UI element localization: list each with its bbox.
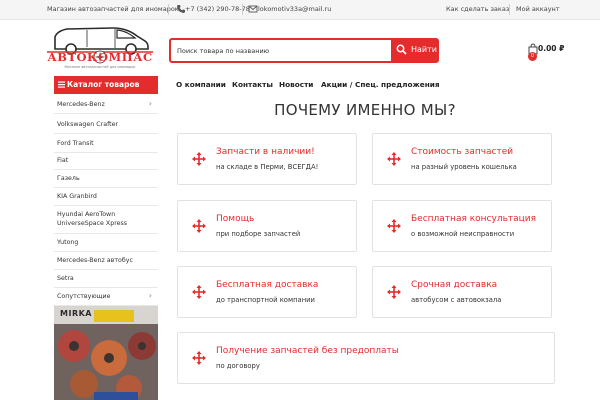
feature-title: Стоимость запчастей — [411, 147, 514, 157]
feature-desc: при подборе запчастей — [216, 230, 301, 238]
logo-text: АВТОКОМПАС — [47, 50, 153, 64]
chevron-right-icon: › — [148, 99, 152, 108]
nav-promotions[interactable]: Акции / Спец. предложения — [321, 80, 440, 89]
chevron-right-icon: › — [148, 291, 152, 300]
site-logo[interactable]: АВТОКОМПАС Магазин автозапчастей для ино… — [47, 25, 153, 71]
feature-card-help: Помощь при подборе запчастей — [177, 200, 357, 252]
nav-contacts[interactable]: Контакты — [232, 80, 273, 89]
promo-banner[interactable]: MIRKA — [54, 306, 158, 400]
mail-icon — [248, 5, 258, 13]
move-arrows-icon — [387, 219, 401, 233]
phone-link[interactable]: +7 (342) 290-78-78 — [185, 5, 250, 13]
search-bar: Найти — [169, 38, 439, 63]
move-arrows-icon — [192, 351, 206, 365]
search-button-label: Найти — [411, 45, 437, 54]
catalog-item-label: Газель — [57, 175, 80, 182]
catalog-item-label: Volkswagen Crafter — [57, 121, 119, 128]
cart[interactable]: 0 0.00 ₽ — [525, 42, 595, 62]
catalog-item-label: Fiat — [57, 157, 69, 164]
cart-count-badge: 0 — [528, 52, 537, 61]
catalog-item-label: Yutong — [57, 239, 79, 246]
how-to-order-link[interactable]: Как сделать заказ — [446, 5, 509, 13]
feature-card-no-prepayment: Получение запчастей без предоплаты по до… — [177, 332, 555, 384]
feature-desc: по договору — [216, 362, 260, 370]
feature-card-price: Стоимость запчастей на разный уровень ко… — [372, 133, 552, 185]
catalog-item-setra[interactable]: Setra — [54, 270, 158, 288]
divider — [242, 4, 243, 15]
catalog-item-hyundai[interactable]: Hyundai AeroTown UniverseSpace Xpress — [54, 206, 158, 234]
catalog-item-yutong[interactable]: Yutong — [54, 234, 158, 252]
move-arrows-icon — [192, 152, 206, 166]
catalog-item-label: Сопутствующие — [57, 293, 111, 300]
divider — [509, 4, 510, 15]
search-button[interactable]: Найти — [391, 40, 437, 61]
search-icon — [396, 44, 407, 55]
store-tagline: Магазин автозапчастей для иномарок — [47, 5, 179, 13]
logo-subtitle: Магазин автозапчастей для иномарок — [64, 65, 136, 69]
feature-title: Бесплатная консультация — [411, 214, 537, 224]
feature-title: Бесплатная доставка — [216, 280, 319, 290]
top-bar: Магазин автозапчастей для иномарок +7 (3… — [0, 0, 600, 20]
feature-desc: на разный уровень кошелька — [411, 163, 517, 171]
catalog-item-kia-granbird[interactable]: KIA Granbird — [54, 188, 158, 206]
catalog-item-ford-transit[interactable]: Ford Transit — [54, 135, 158, 153]
catalog-header[interactable]: Каталог товаров — [54, 76, 158, 94]
feature-title: Помощь — [216, 214, 255, 224]
menu-icon — [58, 81, 65, 88]
catalog-item-accessories[interactable]: Сопутствующие › — [54, 288, 158, 306]
move-arrows-icon — [192, 285, 206, 299]
feature-card-urgent-delivery: Срочная доставка автобусом с автовокзала — [372, 266, 552, 318]
my-account-link[interactable]: Мой аккаунт — [516, 5, 560, 13]
move-arrows-icon — [387, 285, 401, 299]
abrasive-discs-image — [54, 306, 158, 400]
feature-desc: на складе в Перми, ВСЕГДА! — [216, 163, 319, 171]
catalog-item-label: Mercedes-Benz автобус — [57, 257, 133, 264]
promo-brand-label: MIRKA — [60, 309, 92, 318]
divider — [168, 4, 169, 15]
catalog-title: Каталог товаров — [67, 80, 140, 89]
feature-card-consultation: Бесплатная консультация о возможной неис… — [372, 200, 552, 252]
catalog-item-label: Setra — [57, 275, 74, 282]
move-arrows-icon — [387, 152, 401, 166]
feature-desc: до транспортной компании — [216, 296, 315, 304]
email-link[interactable]: lokomotiv33a@mail.ru — [258, 5, 331, 13]
catalog-item-label: Ford Transit — [57, 140, 94, 147]
catalog-item-fiat[interactable]: Fiat — [54, 152, 158, 170]
feature-card-in-stock: Запчасти в наличии! на складе в Перми, В… — [177, 133, 357, 185]
feature-desc: автобусом с автовокзала — [411, 296, 502, 304]
search-input[interactable] — [177, 42, 387, 59]
nav-about[interactable]: О компании — [176, 80, 226, 89]
feature-title: Запчасти в наличии! — [216, 147, 315, 157]
feature-desc: о возможной неисправности — [411, 230, 515, 238]
catalog-item-gazel[interactable]: Газель — [54, 170, 158, 188]
catalog-item-volkswagen-crafter[interactable]: Volkswagen Crafter — [54, 116, 158, 134]
why-us-title: ПОЧЕМУ ИМЕННО МЫ? — [274, 101, 456, 119]
catalog-item-mercedes-bus[interactable]: Mercedes-Benz автобус — [54, 252, 158, 270]
feature-title: Получение запчастей без предоплаты — [216, 346, 399, 356]
nav-news[interactable]: Новости — [279, 80, 313, 89]
catalog-item-label: Hyundai AeroTown UniverseSpace Xpress — [57, 211, 128, 227]
feature-card-free-delivery: Бесплатная доставка до транспортной комп… — [177, 266, 357, 318]
catalog-item-label: KIA Granbird — [57, 193, 97, 200]
catalog-item-mercedes-benz[interactable]: Mercedes-Benz › — [54, 96, 158, 114]
move-arrows-icon — [192, 219, 206, 233]
cart-total: 0.00 ₽ — [538, 44, 565, 53]
catalog-item-label: Mercedes-Benz — [57, 101, 105, 108]
feature-title: Срочная доставка — [411, 280, 498, 290]
